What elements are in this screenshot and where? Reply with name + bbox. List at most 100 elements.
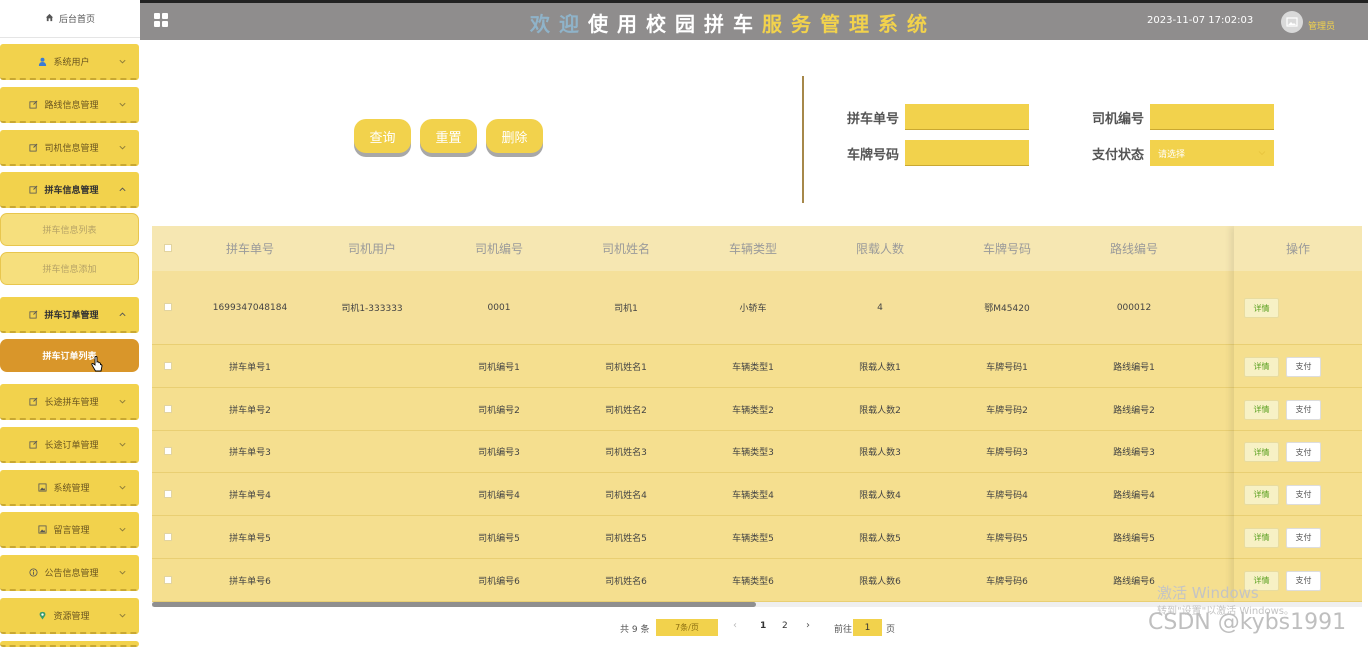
- detail-button[interactable]: 详情: [1244, 298, 1279, 318]
- sidebar-menu-item[interactable]: 拼车订单管理: [0, 297, 139, 333]
- table-cell: [312, 559, 432, 601]
- chevron-right-icon[interactable]: ›: [806, 620, 810, 631]
- sidebar-submenu-item[interactable]: 拼车信息列表: [0, 213, 139, 246]
- sidebar-menu-item[interactable]: 公告信息管理: [0, 555, 139, 591]
- table-cell: 司机姓名3: [605, 448, 647, 458]
- table-cell: 车牌号码2: [986, 405, 1028, 416]
- table-cell: 车牌号码1: [986, 362, 1028, 373]
- column-header: 路线编号: [1109, 242, 1158, 256]
- sidebar-submenu-label: 拼车订单列表: [42, 352, 97, 362]
- pay-button[interactable]: 支付: [1286, 484, 1321, 505]
- table-row: 拼车单号2 司机编号2 司机姓名2 车辆类型2 限载人数2 车牌号码2 路线编号2 详情 支付: [152, 388, 1362, 431]
- chevron-left-icon[interactable]: ‹: [733, 620, 737, 631]
- select-all-checkbox[interactable]: [164, 244, 172, 252]
- avatar[interactable]: [1281, 11, 1303, 33]
- row-checkbox[interactable]: [164, 303, 172, 311]
- sidebar-submenu-item[interactable]: 拼车订单列表: [0, 339, 139, 372]
- table-cell: 1699347048184: [212, 302, 288, 313]
- sidebar-menu-item[interactable]: 留言管理: [0, 512, 139, 548]
- top-header: 欢迎使用校园拼车服务管理系统 2023-11-07 17:02:03 管理员: [140, 0, 1368, 40]
- detail-button[interactable]: 详情: [1244, 399, 1279, 420]
- goto-page-input[interactable]: 1: [853, 619, 882, 636]
- table-row: 拼车单号5 司机编号5 司机姓名5 车辆类型5 限载人数5 车牌号码5 路线编号5 详情 支付: [152, 516, 1362, 559]
- table-cell: 司机姓名5: [605, 533, 647, 544]
- chevron-down-icon: [117, 396, 127, 406]
- pay-button[interactable]: 支付: [1286, 570, 1321, 591]
- sidebar-submenu-item[interactable]: 拼车信息添加: [0, 252, 139, 285]
- query-button[interactable]: 查询: [354, 119, 411, 153]
- sidebar-menu-item[interactable]: 拼车信息管理: [0, 172, 139, 208]
- plate-no-input[interactable]: [905, 140, 1029, 166]
- pay-button[interactable]: 支付: [1286, 442, 1321, 462]
- table-cell: 司机姓名1: [605, 362, 647, 373]
- page-size-select[interactable]: 7条/页: [656, 619, 718, 636]
- table-cell: 司机编号5: [478, 533, 520, 544]
- order-no-input[interactable]: [905, 104, 1029, 130]
- row-checkbox[interactable]: [164, 404, 172, 413]
- row-checkbox[interactable]: [164, 575, 172, 584]
- sidebar-home[interactable]: 后台首页: [0, 0, 140, 38]
- row-checkbox[interactable]: [164, 489, 172, 498]
- location-icon: [37, 610, 47, 620]
- sidebar-menu-item[interactable]: 路线信息管理: [0, 87, 139, 123]
- table-cell: 司机姓名2: [605, 405, 647, 416]
- grid-icon[interactable]: [154, 13, 168, 27]
- table-cell: 小轿车: [739, 304, 767, 314]
- row-checkbox[interactable]: [164, 361, 172, 370]
- table-cell: 司机编号6: [478, 576, 520, 587]
- row-checkbox[interactable]: [164, 532, 172, 541]
- title-char: 务: [791, 12, 820, 36]
- sidebar-menu-item[interactable]: 长途拼车管理: [0, 384, 139, 420]
- table-row: 1699347048184 司机1-333333 0001 司机1 小轿车 4 鄂M4542…: [152, 271, 1362, 345]
- table-cell: 拼车单号4: [229, 490, 271, 501]
- sidebar-menu-item[interactable]: 长途订单管理: [0, 427, 139, 463]
- pay-button[interactable]: 支付: [1286, 399, 1321, 420]
- table-cell: 路线编号2: [1113, 405, 1155, 416]
- scrollbar-thumb[interactable]: [152, 602, 756, 607]
- sidebar-menu-label: 长途订单管理: [44, 440, 99, 451]
- pay-status-select[interactable]: 请选择: [1150, 140, 1274, 166]
- column-header: 拼车单号: [225, 242, 274, 256]
- title-char: 服: [762, 12, 791, 36]
- table-cell: 路线编号4: [1113, 490, 1155, 501]
- sidebar-menu-item[interactable]: 司机信息管理: [0, 130, 139, 166]
- table-cell: 0001: [487, 302, 511, 313]
- detail-button[interactable]: 详情: [1244, 484, 1279, 505]
- row-checkbox[interactable]: [164, 447, 172, 455]
- user-icon: [37, 56, 47, 66]
- table-cell: [312, 345, 432, 387]
- sidebar-menu-label: 路线信息管理: [44, 100, 99, 111]
- page-suffix: 页: [886, 625, 896, 635]
- page-1[interactable]: 1: [760, 621, 766, 631]
- edit-icon: [28, 439, 38, 449]
- detail-button[interactable]: 详情: [1244, 442, 1279, 462]
- chevron-down-icon: [117, 567, 127, 577]
- table-cell: 司机1-333333: [341, 304, 403, 314]
- pay-button[interactable]: 支付: [1286, 356, 1321, 377]
- sidebar-menu-item[interactable]: 资源管理: [0, 598, 139, 634]
- detail-button[interactable]: 详情: [1244, 527, 1279, 548]
- chevron-down-icon: [117, 142, 127, 152]
- title-char: 拼: [704, 12, 733, 36]
- sidebar-menu-label: 拼车订单管理: [44, 310, 99, 321]
- table-cell: 限载人数1: [859, 362, 901, 373]
- delete-button[interactable]: 删除: [486, 119, 543, 153]
- sidebar: 后台首页 系统用户路线信息管理司机信息管理 拼车信息管理 拼车信息列表 拼车信息添加拼…: [0, 0, 140, 647]
- detail-button[interactable]: 详情: [1244, 356, 1279, 377]
- sidebar-menu-label: 系统管理: [53, 483, 90, 494]
- title-char: 用: [617, 12, 646, 36]
- table-cell: 拼车单号5: [229, 533, 271, 544]
- reset-button[interactable]: 重置: [420, 119, 477, 153]
- pay-status-label: 支付状态: [1092, 148, 1145, 163]
- sidebar-menu-item[interactable]: 系统管理: [0, 470, 139, 506]
- pay-button[interactable]: 支付: [1286, 527, 1321, 548]
- driver-no-input[interactable]: [1150, 104, 1274, 130]
- edit-icon: [28, 309, 38, 319]
- sidebar-menu-item[interactable]: 系统用户: [0, 44, 139, 80]
- driver-no-label: 司机编号: [1092, 112, 1145, 127]
- admin-label[interactable]: 管理员: [1308, 19, 1335, 32]
- column-header: 司机编号: [474, 242, 523, 256]
- table-cell: 司机编号2: [478, 405, 520, 416]
- title-char: 理: [849, 12, 878, 36]
- page-2[interactable]: 2: [782, 621, 788, 631]
